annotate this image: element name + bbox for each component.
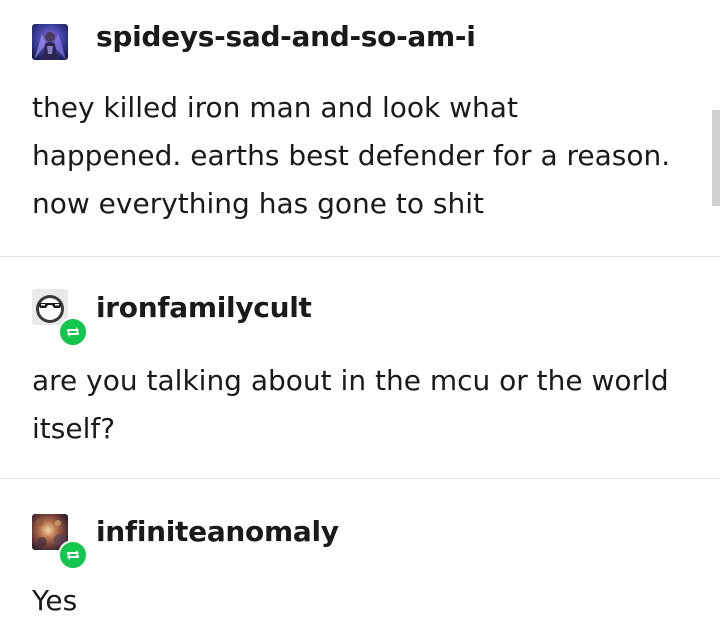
character-portrait-avatar-icon xyxy=(32,24,68,60)
post-username[interactable]: infiniteanomaly xyxy=(96,515,339,548)
post-body: Yes xyxy=(32,577,702,625)
post-body-line: are you talking about in the mcu or the … xyxy=(32,364,669,397)
post-username[interactable]: ironfamilycult xyxy=(96,291,312,324)
post-body-line: itself? xyxy=(32,412,116,445)
post-body-line: they killed iron man and look what xyxy=(32,91,518,124)
scrollbar-thumb[interactable] xyxy=(712,110,720,206)
post-username[interactable]: spideys-sad-and-so-am-i xyxy=(96,20,476,53)
post-reblog: infiniteanomaly Yes xyxy=(0,479,720,625)
post-reblog: ironfamilycult are you talking about in … xyxy=(0,257,720,478)
post-body: are you talking about in the mcu or the … xyxy=(32,357,702,453)
reblog-icon xyxy=(58,317,88,347)
reblog-icon xyxy=(58,540,88,570)
post-body-line: Yes xyxy=(32,584,78,617)
post-body-line: happened. earths best defender for a rea… xyxy=(32,139,671,172)
post-body: they killed iron man and look what happe… xyxy=(32,84,702,228)
post-original: spideys-sad-and-so-am-i they killed iron… xyxy=(0,0,720,256)
post-body-line: now everything has gone to shit xyxy=(32,187,484,220)
avatar-spideys-sad-and-so-am-i[interactable] xyxy=(32,24,68,60)
